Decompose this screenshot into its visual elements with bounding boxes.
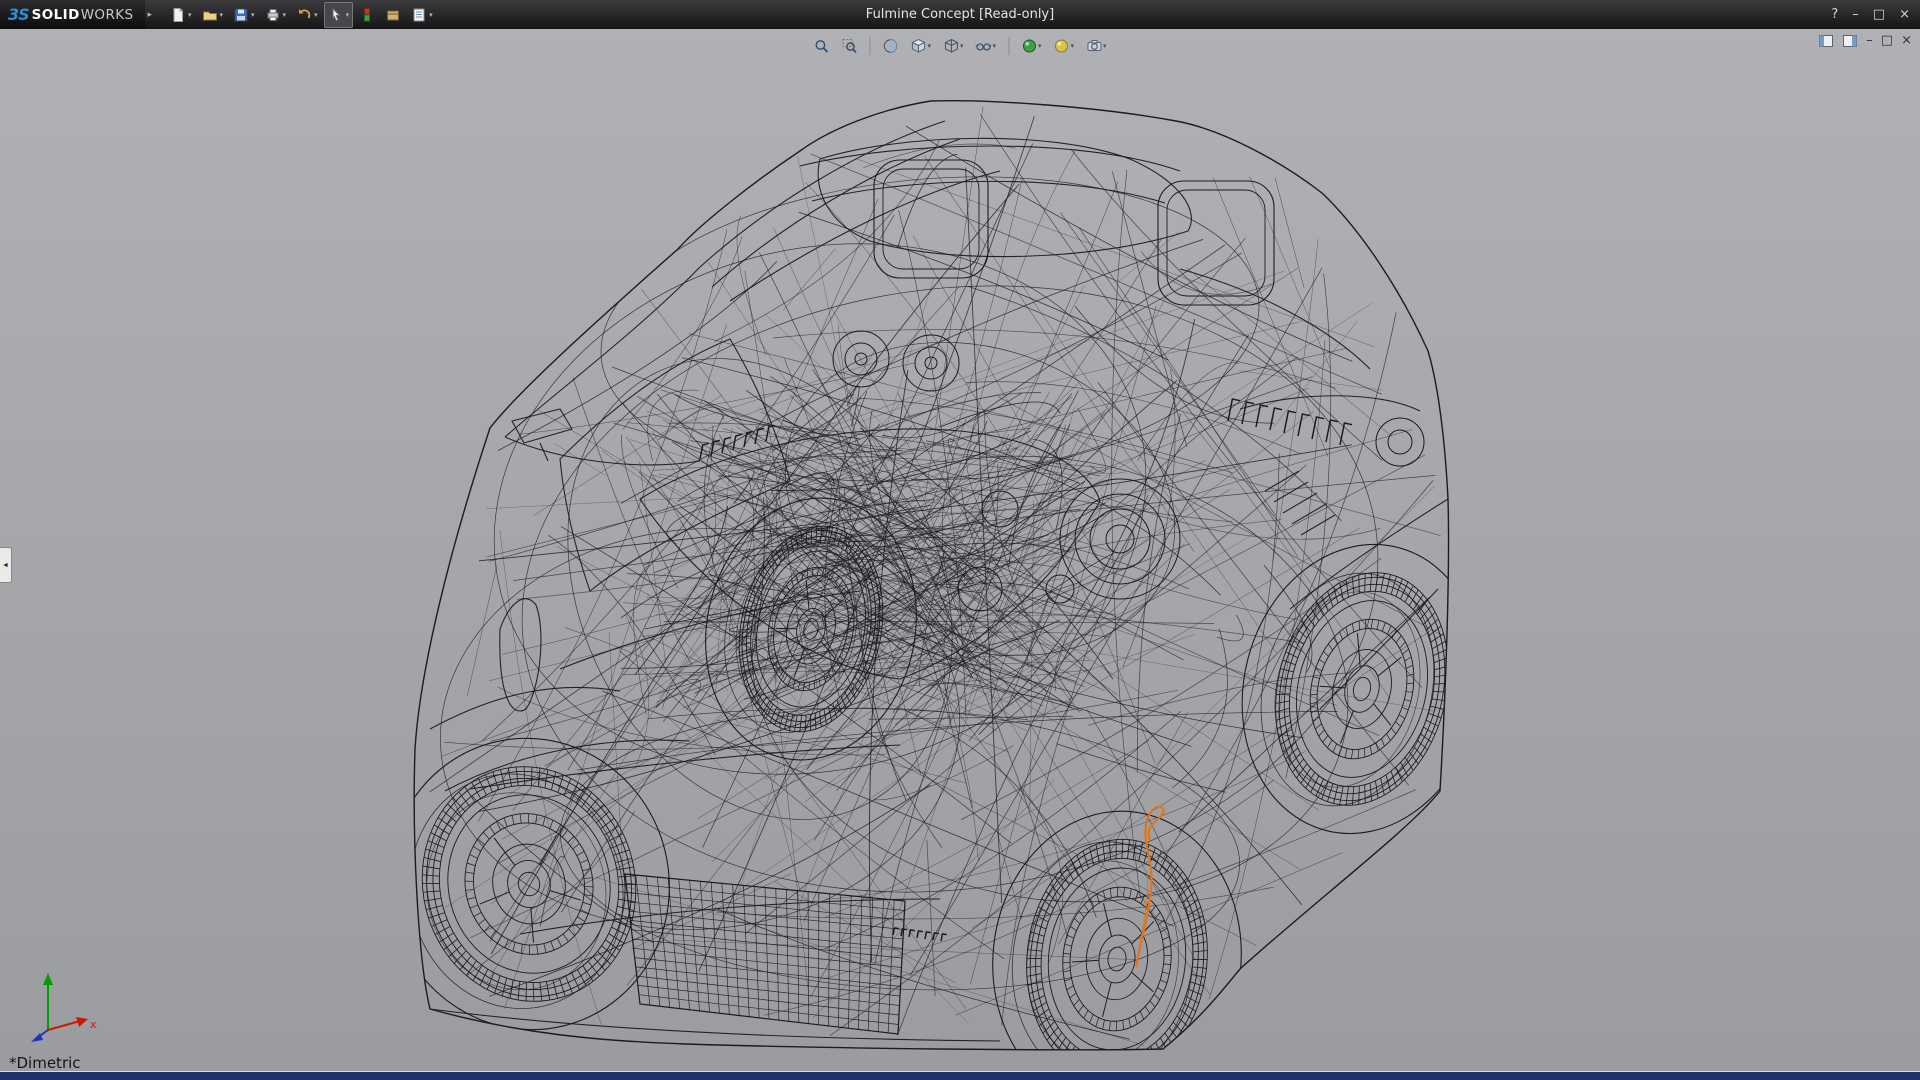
help-button[interactable]: ? [1831, 8, 1838, 21]
open-icon [202, 7, 218, 23]
apply-scene-button[interactable]: ▾ [1050, 33, 1079, 59]
zoom-to-area-button[interactable] [837, 33, 861, 59]
zoom-to-fit-button[interactable] [809, 33, 833, 59]
section-icon [882, 38, 898, 54]
y-axis-icon [43, 973, 53, 985]
zoom-fit-icon [813, 38, 829, 54]
toolbar-separator [869, 37, 870, 55]
undo-icon [296, 7, 312, 23]
select-button[interactable]: ▾ [324, 2, 354, 28]
battery-icon [359, 7, 375, 23]
section-view-button[interactable] [878, 33, 902, 59]
x-axis-icon [76, 1017, 88, 1027]
xpress-products-button[interactable] [355, 2, 379, 28]
menu-expand-arrow-icon[interactable]: ▸ [145, 10, 160, 20]
brand-name-light: WORKS [81, 7, 134, 23]
headsup-view-toolbar: ▾ ▾ ▾ ▾ ▾ ▾ [809, 33, 1110, 59]
document-restore-button[interactable]: □ [1881, 34, 1893, 48]
pane1-icon [1818, 33, 1834, 49]
dassault-3ds-logo-icon: 3S [8, 5, 29, 24]
window-title: Fulmine Concept [Read-only] [866, 7, 1054, 22]
new-document-button[interactable]: ▾ [166, 2, 196, 28]
chevron-left-icon: ◄ [2, 562, 9, 569]
dropdown-caret-icon: ▾ [1038, 42, 1042, 50]
open-document-button[interactable]: ▾ [198, 2, 228, 28]
print-button[interactable]: ▾ [261, 2, 291, 28]
dropdown-caret-icon: ▾ [1103, 42, 1107, 50]
wire-cube-icon [943, 38, 959, 54]
dropdown-caret-icon: ▾ [429, 11, 433, 19]
feature-panel-collapse-tab[interactable]: ◄ [0, 547, 12, 583]
dropdown-caret-icon: ▾ [314, 11, 318, 19]
display-style-button[interactable]: ▾ [939, 33, 968, 59]
view-orientation-label: *Dimetric [9, 1054, 81, 1072]
camera-icon [1086, 38, 1102, 54]
pane2-icon [1842, 33, 1858, 49]
x-axis-label: x [90, 1018, 97, 1031]
dropdown-caret-icon: ▾ [346, 11, 350, 19]
graphics-area[interactable]: ▾ ▾ ▾ ▾ ▾ ▾ –□ × ◄ x *Dimetric [0, 29, 1920, 1072]
new-icon [170, 7, 186, 23]
ball-green-icon [1021, 38, 1037, 54]
ball-yellow-icon [1054, 38, 1070, 54]
save-button[interactable]: ▾ [229, 2, 259, 28]
window-controls: ? – □ × [1831, 8, 1920, 21]
view-settings-button[interactable]: ▾ [1082, 33, 1111, 59]
main-toolbar: ▾ ▾ ▾ ▾ ▾ ▾ ▾ [166, 2, 437, 28]
edit-appearance-button[interactable]: ▾ [1017, 33, 1046, 59]
dropdown-caret-icon: ▾ [927, 42, 931, 50]
glasses-icon [975, 38, 991, 54]
save-icon [233, 7, 249, 23]
hide-show-items-button[interactable]: ▾ [971, 33, 1000, 59]
undo-button[interactable]: ▾ [292, 2, 322, 28]
dropdown-caret-icon: ▾ [188, 11, 192, 19]
toolbox-button[interactable] [381, 2, 405, 28]
document-window-controls: –□ × [1818, 33, 1912, 49]
titlebar: 3S SOLID WORKS ▸ ▾ ▾ ▾ ▾ ▾ ▾ ▾ Fulmine Concept… [0, 0, 1920, 29]
task-pane-toggle-button[interactable] [1842, 33, 1858, 49]
dropdown-caret-icon: ▾ [251, 11, 255, 19]
dropdown-caret-icon: ▾ [283, 11, 287, 19]
close-button[interactable]: × [1899, 8, 1910, 21]
reference-triad: x [26, 958, 100, 1048]
minimize-button[interactable]: – [1852, 8, 1859, 21]
solidworks-logo: 3S SOLID WORKS [0, 0, 145, 29]
cube-icon [910, 38, 926, 54]
print-icon [265, 7, 281, 23]
options-sheet-button[interactable]: ▾ [407, 2, 437, 28]
dropdown-caret-icon: ▾ [960, 42, 964, 50]
toolbar-separator [1008, 37, 1009, 55]
featuremanager-pane-toggle-button[interactable] [1818, 33, 1834, 49]
box-icon [385, 7, 401, 23]
document-close-button[interactable]: × [1901, 34, 1912, 48]
dropdown-caret-icon: ▾ [220, 11, 224, 19]
document-minimize-button[interactable]: – [1866, 34, 1873, 48]
zoom-area-icon [841, 38, 857, 54]
maximize-button[interactable]: □ [1873, 8, 1885, 21]
select-icon [328, 7, 344, 23]
view-orientation-button[interactable]: ▾ [906, 33, 935, 59]
taskbar-edge [0, 1071, 1920, 1080]
dropdown-caret-icon: ▾ [992, 42, 996, 50]
dropdown-caret-icon: ▾ [1071, 42, 1075, 50]
solidworks-window: 3S SOLID WORKS ▸ ▾ ▾ ▾ ▾ ▾ ▾ ▾ Fulmine Concept… [0, 0, 1920, 1080]
wireframe-model[interactable] [0, 29, 1920, 1072]
sheet-icon [411, 7, 427, 23]
brand-name-bold: SOLID [32, 7, 80, 23]
